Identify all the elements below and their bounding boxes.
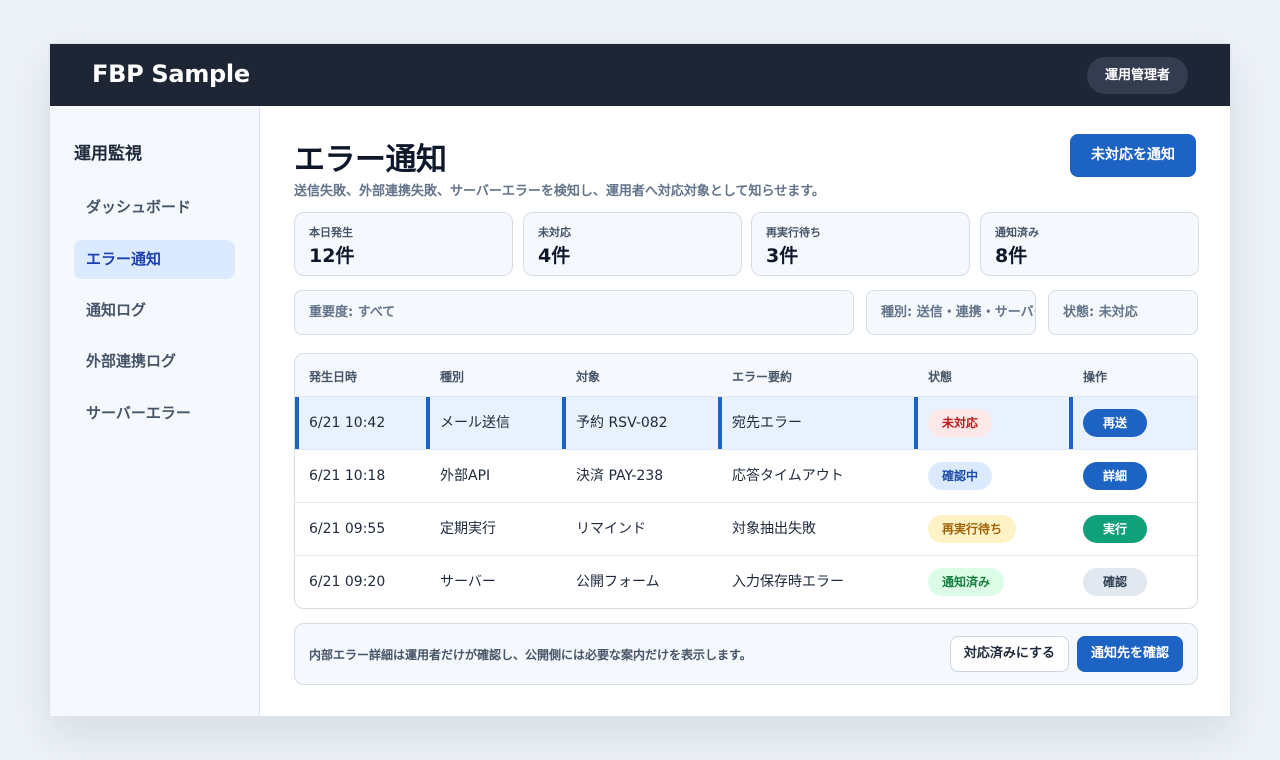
cell-target: リマインド <box>576 521 646 537</box>
mark-resolved-button[interactable]: 対応済みにする <box>950 636 1069 672</box>
error-table: 発生日時 種別 対象 エラー要約 状態 操作 6/21 10:42 メール送信 … <box>294 353 1198 609</box>
top-bar: FBP Sample 運用管理者 <box>50 44 1230 106</box>
cell-type: 定期実行 <box>440 521 496 537</box>
table-header: 発生日時 種別 対象 エラー要約 状態 操作 <box>295 354 1197 397</box>
stat-card-notified: 通知済み 8件 <box>980 212 1199 276</box>
cell-type: メール送信 <box>426 397 510 449</box>
confirm-button[interactable]: 確認 <box>1083 568 1147 596</box>
app-window: FBP Sample 運用管理者 運用監視 ダッシュボード エラー通知 通知ログ… <box>49 43 1231 717</box>
table-row[interactable]: 6/21 09:20 サーバー 公開フォーム 入力保存時エラー 通知済み 確認 <box>295 556 1197 608</box>
sidebar-item-error-notice[interactable]: エラー通知 <box>74 240 235 279</box>
brand-title: FBP Sample <box>92 60 250 88</box>
cell-datetime: 6/21 10:18 <box>309 468 386 484</box>
table-row[interactable]: 6/21 09:55 定期実行 リマインド 対象抽出失敗 再実行待ち 実行 <box>295 503 1197 556</box>
check-recipients-button[interactable]: 通知先を確認 <box>1077 636 1183 672</box>
cell-target: 決済 PAY-238 <box>576 468 664 484</box>
column-header: 対象 <box>576 370 601 384</box>
column-header: 種別 <box>440 370 465 384</box>
resend-button[interactable]: 再送 <box>1083 409 1147 437</box>
status-badge: 再実行待ち <box>928 515 1017 543</box>
stat-label: 未対応 <box>538 226 571 239</box>
severity-filter[interactable]: 重要度: すべて <box>294 290 854 335</box>
cell-datetime: 6/21 10:42 <box>295 397 385 449</box>
sidebar-item-notify-log[interactable]: 通知ログ <box>74 291 235 330</box>
row-divider <box>914 397 924 449</box>
stat-value: 4件 <box>538 245 571 267</box>
stat-label: 再実行待ち <box>766 226 821 239</box>
cell-summary: 応答タイムアウト <box>732 468 844 484</box>
cell-target: 予約 RSV-082 <box>562 397 668 449</box>
column-header: 操作 <box>1083 370 1108 384</box>
main-content: エラー通知 送信失敗、外部連携失敗、サーバーエラーを検知し、運用者へ対応対象とし… <box>260 106 1230 716</box>
page-subtitle: 送信失敗、外部連携失敗、サーバーエラーを検知し、運用者へ対応対象として知らせます… <box>294 184 825 199</box>
cell-datetime: 6/21 09:55 <box>309 521 386 537</box>
stat-label: 通知済み <box>995 226 1039 239</box>
type-filter[interactable]: 種別: 送信・連携・サーバー <box>866 290 1036 335</box>
cell-summary: 対象抽出失敗 <box>732 521 816 537</box>
status-badge: 確認中 <box>928 462 993 490</box>
column-header: エラー要約 <box>732 370 793 384</box>
row-divider <box>1069 397 1079 449</box>
cell-summary: 宛先エラー <box>718 397 802 449</box>
run-button[interactable]: 実行 <box>1083 515 1147 543</box>
cell-target: 公開フォーム <box>576 574 660 590</box>
sidebar-item-external-log[interactable]: 外部連携ログ <box>74 342 235 381</box>
table-row[interactable]: 6/21 10:18 外部API 決済 PAY-238 応答タイムアウト 確認中… <box>295 450 1197 503</box>
column-header: 状態 <box>928 370 953 384</box>
cell-datetime: 6/21 09:20 <box>309 574 386 590</box>
stat-card-today: 本日発生 12件 <box>294 212 513 276</box>
stat-label: 本日発生 <box>309 226 353 239</box>
sidebar-item-server-error[interactable]: サーバーエラー <box>74 394 235 433</box>
page-title: エラー通知 <box>294 142 447 178</box>
cell-type: 外部API <box>440 468 491 484</box>
column-header: 発生日時 <box>309 370 358 384</box>
notify-unresolved-button[interactable]: 未対応を通知 <box>1070 134 1196 177</box>
footer-notice: 内部エラー詳細は運用者だけが確認し、公開側には必要な案内だけを表示します。 対応… <box>294 623 1198 685</box>
status-badge: 通知済み <box>928 568 1005 596</box>
cell-summary: 入力保存時エラー <box>732 574 844 590</box>
status-filter[interactable]: 状態: 未対応 <box>1048 290 1198 335</box>
detail-button[interactable]: 詳細 <box>1083 462 1147 490</box>
stat-value: 12件 <box>309 245 355 267</box>
sidebar-heading: 運用監視 <box>74 144 142 164</box>
stat-value: 3件 <box>766 245 799 267</box>
sidebar: 運用監視 ダッシュボード エラー通知 通知ログ 外部連携ログ サーバーエラー <box>50 106 260 716</box>
cell-type: サーバー <box>440 574 496 590</box>
user-role-button[interactable]: 運用管理者 <box>1086 57 1188 94</box>
status-badge: 未対応 <box>928 409 993 437</box>
stat-card-unresolved: 未対応 4件 <box>523 212 742 276</box>
table-row[interactable]: 6/21 10:42 メール送信 予約 RSV-082 宛先エラー 未対応 再送 <box>295 397 1197 450</box>
stat-value: 8件 <box>995 245 1028 267</box>
footer-note: 内部エラー詳細は運用者だけが確認し、公開側には必要な案内だけを表示します。 <box>309 648 752 662</box>
stat-card-retry-pending: 再実行待ち 3件 <box>751 212 970 276</box>
sidebar-item-dashboard[interactable]: ダッシュボード <box>74 188 235 227</box>
